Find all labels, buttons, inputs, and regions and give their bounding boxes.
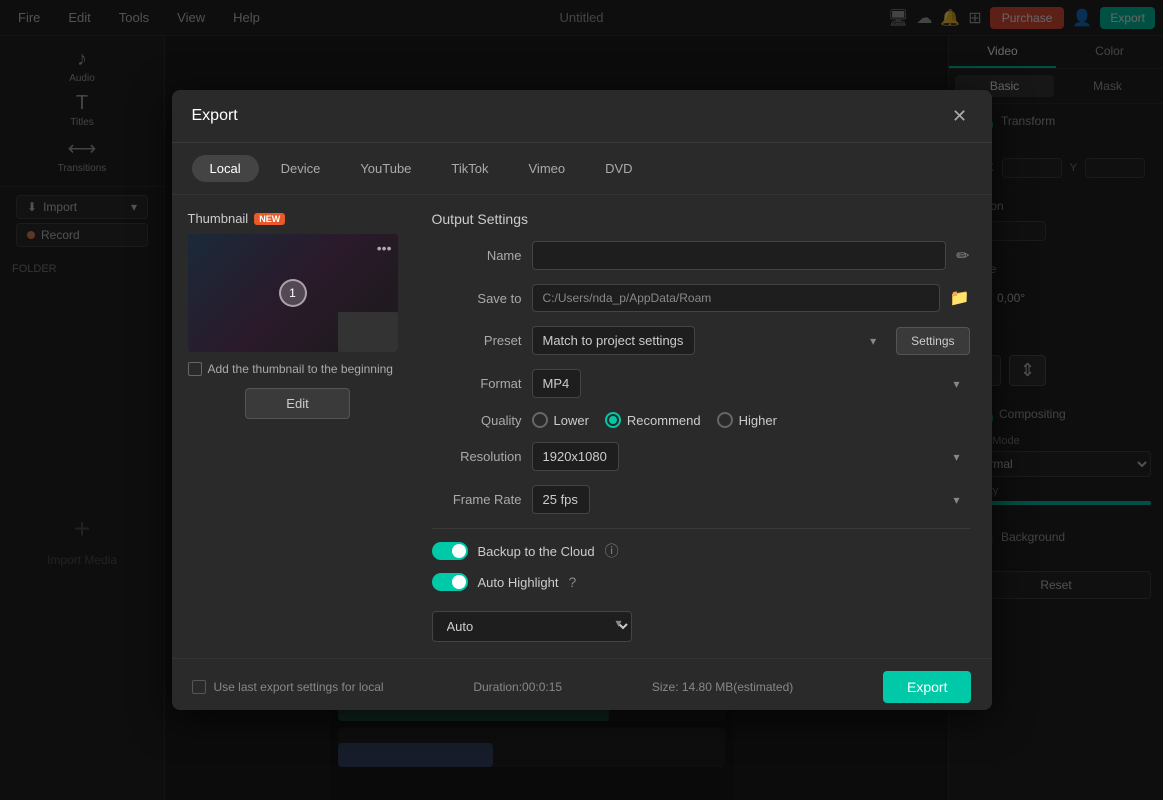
folder-icon-button[interactable]: 📁 (950, 288, 970, 308)
export-button[interactable]: Export (883, 671, 971, 703)
quality-lower[interactable]: Lower (532, 412, 589, 428)
quality-recommend-label: Recommend (627, 413, 701, 428)
format-select-wrapper: MP4 (532, 369, 970, 398)
new-badge: NEW (254, 213, 285, 225)
thumbnail-image[interactable]: ••• 1 (188, 234, 398, 352)
add-to-beginning-label: Add the thumbnail to the beginning (208, 362, 393, 376)
thumbnail-label-row: Thumbnail NEW (188, 211, 408, 226)
resolution-select[interactable]: 1920x1080 (532, 442, 619, 471)
thumbnail-panel: Thumbnail NEW ••• 1 Add the thumbnail to… (188, 211, 408, 642)
resolution-label: Resolution (432, 449, 522, 464)
dialog-close-button[interactable]: ✕ (948, 104, 972, 128)
thumb-circle: 1 (279, 279, 307, 307)
thumbnail-label-text: Thumbnail (188, 211, 249, 226)
output-settings-panel: Output Settings Name ✏ Save to C:/Users/… (432, 211, 976, 642)
tab-local[interactable]: Local (192, 155, 259, 182)
dialog-header: Export ✕ (172, 90, 992, 143)
preset-label: Preset (432, 333, 522, 348)
preset-select-wrapper: Match to project settings (532, 326, 887, 355)
frame-rate-select[interactable]: 25 fps (532, 485, 590, 514)
quality-higher-label: Higher (739, 413, 777, 428)
output-settings-title: Output Settings (432, 211, 970, 227)
quality-row: Quality Lower Recommend (432, 412, 970, 428)
thumb-dots-icon: ••• (377, 240, 392, 256)
backup-label: Backup to the Cloud (478, 544, 595, 559)
quality-recommend[interactable]: Recommend (605, 412, 701, 428)
preset-row: Preset Match to project settings Setting… (432, 326, 970, 355)
use-last-settings-label: Use last export settings for local (214, 680, 384, 694)
save-to-row: Save to C:/Users/nda_p/AppData/Roam 📁 (432, 284, 970, 312)
tab-vimeo[interactable]: Vimeo (511, 155, 584, 182)
quality-radio-group: Lower Recommend Highe (532, 412, 777, 428)
dialog-footer: Use last export settings for local Durat… (172, 658, 992, 715)
format-row: Format MP4 (432, 369, 970, 398)
backup-toggle-row: Backup to the Cloud ⓘ (432, 541, 970, 561)
quality-label: Quality (432, 413, 522, 428)
frame-rate-row: Frame Rate 25 fps (432, 485, 970, 514)
frame-rate-label: Frame Rate (432, 492, 522, 507)
add-to-beginning-row: Add the thumbnail to the beginning (188, 362, 408, 376)
backup-toggle[interactable] (432, 542, 468, 560)
auto-highlight-toggle-row: Auto Highlight ? (432, 573, 970, 591)
format-label: Format (432, 376, 522, 391)
quality-recommend-radio[interactable] (605, 412, 621, 428)
dialog-tabs: Local Device YouTube TikTok Vimeo DVD (172, 143, 992, 195)
resolution-select-wrapper: 1920x1080 (532, 442, 970, 471)
thumb-number: 1 (289, 286, 296, 300)
auto-select-wrapper: Auto (432, 603, 632, 642)
auto-highlight-info-icon[interactable]: ? (568, 574, 576, 590)
export-dialog: Export ✕ Local Device YouTube TikTok Vim… (172, 90, 992, 710)
add-to-beginning-checkbox[interactable] (188, 362, 202, 376)
save-to-label: Save to (432, 291, 522, 306)
auto-highlight-label: Auto Highlight (478, 575, 559, 590)
use-last-settings-checkbox[interactable] (192, 680, 206, 694)
backup-info-icon[interactable]: ⓘ (605, 541, 619, 561)
footer-left: Use last export settings for local (192, 680, 384, 694)
quality-higher-radio[interactable] (717, 412, 733, 428)
auto-select[interactable]: Auto (432, 611, 632, 642)
thumb-inner: ••• 1 (188, 234, 398, 352)
tab-youtube[interactable]: YouTube (342, 155, 429, 182)
format-select[interactable]: MP4 (532, 369, 581, 398)
tab-device[interactable]: Device (263, 155, 339, 182)
footer-size: Size: 14.80 MB(estimated) (652, 680, 793, 694)
tab-dvd[interactable]: DVD (587, 155, 650, 182)
save-to-path: C:/Users/nda_p/AppData/Roam (532, 284, 940, 312)
name-edit-button[interactable]: ✏ (956, 246, 969, 266)
name-input[interactable] (532, 241, 947, 270)
dialog-title: Export (192, 107, 238, 125)
thumb-small (338, 312, 398, 352)
quality-lower-radio[interactable] (532, 412, 548, 428)
output-settings-scroll: Output Settings Name ✏ Save to C:/Users/… (432, 211, 976, 642)
auto-highlight-toggle[interactable] (432, 573, 468, 591)
frame-rate-select-wrapper: 25 fps (532, 485, 970, 514)
quality-higher[interactable]: Higher (717, 412, 777, 428)
preset-select[interactable]: Match to project settings (532, 326, 695, 355)
resolution-row: Resolution 1920x1080 (432, 442, 970, 471)
quality-lower-label: Lower (554, 413, 589, 428)
modal-overlay: Export ✕ Local Device YouTube TikTok Vim… (0, 0, 1163, 800)
tab-tiktok[interactable]: TikTok (433, 155, 506, 182)
dialog-body: Thumbnail NEW ••• 1 Add the thumbnail to… (172, 195, 992, 658)
edit-button[interactable]: Edit (245, 388, 349, 419)
settings-button[interactable]: Settings (896, 327, 969, 355)
quality-recommend-inner (609, 416, 617, 424)
divider-1 (432, 528, 970, 529)
name-label: Name (432, 248, 522, 263)
footer-duration: Duration:00:0:15 (473, 680, 562, 694)
name-row: Name ✏ (432, 241, 970, 270)
